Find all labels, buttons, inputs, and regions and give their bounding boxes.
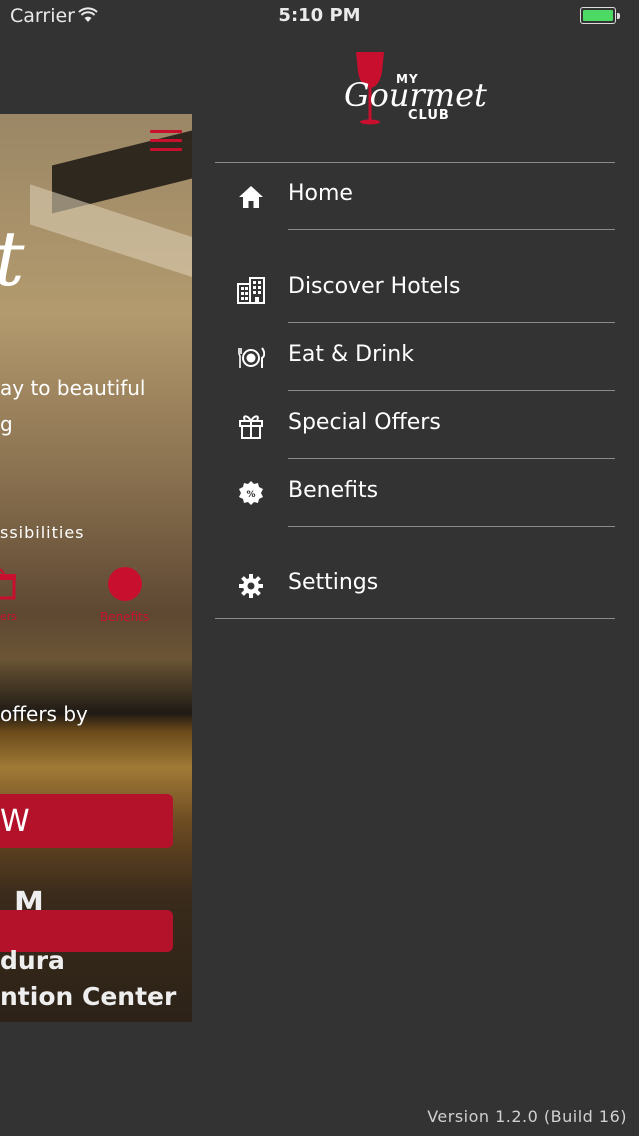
background-app-screen[interactable]: t ay to beautiful g ssibilities ers Bene… bbox=[0, 114, 192, 1022]
divider bbox=[288, 526, 615, 527]
percent-badge-icon: % bbox=[237, 480, 265, 508]
hero-subtitle: ssibilities bbox=[0, 523, 85, 542]
venue-name-line1: dura bbox=[0, 946, 65, 975]
menu-item-benefits[interactable]: % Benefits bbox=[215, 464, 615, 524]
logo-fragment: t bbox=[0, 214, 25, 303]
menu-item-label: Benefits bbox=[288, 478, 379, 503]
my-gourmet-club-logo: MY Gourmet CLUB bbox=[340, 50, 490, 132]
app-version-label: Version 1.2.0 (Build 16) bbox=[427, 1107, 627, 1126]
venue-name-line2: ntion Center bbox=[0, 982, 177, 1011]
menu-item-label: Settings bbox=[288, 570, 379, 595]
benefits-shortcut-label[interactable]: Benefits bbox=[100, 610, 149, 624]
hero-tagline: ay to beautiful g bbox=[0, 376, 146, 436]
promo-text: offers by bbox=[0, 702, 88, 726]
status-bar: Carrier 5:10 PM bbox=[0, 0, 639, 34]
divider bbox=[288, 322, 615, 323]
gear-icon bbox=[237, 572, 265, 600]
divider bbox=[288, 390, 615, 391]
logo-club: CLUB bbox=[408, 108, 450, 123]
divider bbox=[288, 458, 615, 459]
clock: 5:10 PM bbox=[278, 5, 361, 26]
menu-item-label: Home bbox=[288, 181, 353, 206]
menu-item-discover-hotels[interactable]: Discover Hotels bbox=[215, 260, 615, 320]
menu-item-home[interactable]: Home bbox=[215, 167, 615, 227]
menu-item-settings[interactable]: Settings bbox=[215, 556, 615, 616]
menu-item-special-offers[interactable]: Special Offers bbox=[215, 396, 615, 456]
divider bbox=[288, 229, 615, 230]
svg-text:%: % bbox=[246, 490, 255, 500]
hamburger-menu-icon[interactable] bbox=[150, 130, 182, 152]
benefits-badge-icon[interactable] bbox=[108, 567, 142, 601]
cta-label: W bbox=[0, 804, 30, 839]
divider bbox=[215, 162, 615, 163]
battery-icon bbox=[580, 7, 620, 24]
menu-item-label: Discover Hotels bbox=[288, 274, 461, 299]
menu-item-label: Special Offers bbox=[288, 410, 441, 435]
plate-cutlery-icon bbox=[237, 344, 266, 372]
divider bbox=[215, 618, 615, 619]
menu-item-eat-drink[interactable]: Eat & Drink bbox=[215, 328, 615, 388]
menu-item-label: Eat & Drink bbox=[288, 342, 414, 367]
gift-icon bbox=[237, 412, 265, 440]
home-icon bbox=[237, 183, 265, 211]
gift-icon[interactable] bbox=[0, 566, 16, 600]
hotel-building-icon bbox=[237, 276, 265, 304]
offers-shortcut-label[interactable]: ers bbox=[0, 610, 17, 623]
